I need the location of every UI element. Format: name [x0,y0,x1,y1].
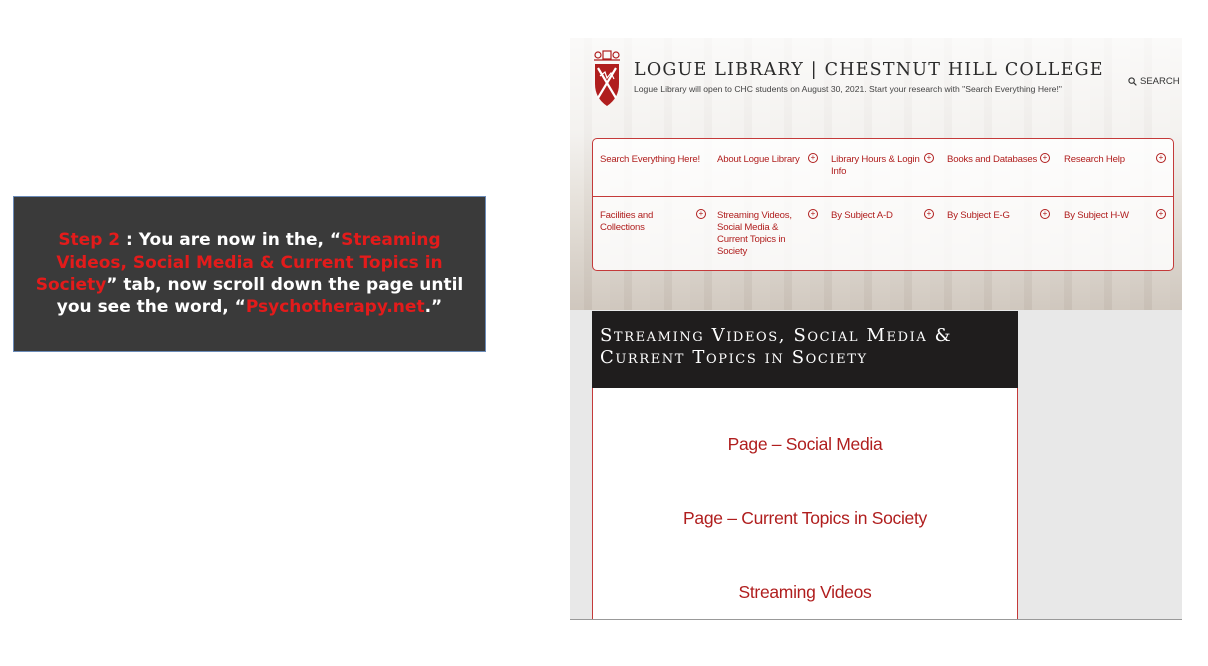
nav-row-2: Facilities and Collections + Streaming V… [593,197,1173,271]
search-link[interactable]: SEARCH [1128,76,1180,87]
nav-item-hours-login[interactable]: Library Hours & Login Info [831,154,921,178]
instruction-text: Step 2 : You are now in the, “Streaming … [26,229,473,319]
instruction-part-1: : You are now in the, “ [120,230,342,251]
nav-row-1: Search Everything Here! About Logue Libr… [593,139,1173,197]
circle-plus-icon[interactable]: + [696,209,706,219]
search-icon [1128,77,1137,86]
circle-plus-icon[interactable]: + [808,153,818,163]
nav-item-subject-a-d[interactable]: By Subject A-D [831,210,921,222]
circle-plus-icon[interactable]: + [1156,153,1166,163]
section-heading: Streaming Videos, Social Media & Current… [592,311,1018,388]
nav-item-search-everything[interactable]: Search Everything Here! [600,154,705,166]
divider [570,619,1182,620]
link-social-media[interactable]: Page – Social Media [593,434,1017,455]
circle-plus-icon[interactable]: + [1040,209,1050,219]
nav-item-streaming-videos[interactable]: Streaming Videos, Social Media & Current… [717,210,807,258]
circle-plus-icon[interactable]: + [808,209,818,219]
college-crest-logo[interactable] [592,48,622,110]
nav-item-subject-h-w[interactable]: By Subject H-W [1064,210,1144,222]
nav-item-books-databases[interactable]: Books and Databases [947,154,1042,166]
circle-plus-icon[interactable]: + [1040,153,1050,163]
website-screenshot: LOGUE LIBRARY | CHESTNUT HILL COLLEGE Lo… [570,38,1182,620]
main-navigation: Search Everything Here! About Logue Libr… [592,138,1174,271]
circle-plus-icon[interactable]: + [924,209,934,219]
step-label: Step 2 [58,230,121,251]
nav-item-research-help[interactable]: Research Help [1064,154,1144,166]
search-label: SEARCH [1140,76,1180,87]
site-title[interactable]: LOGUE LIBRARY | CHESTNUT HILL COLLEGE [634,60,1104,80]
site-announcement: Logue Library will open to CHC students … [634,84,1062,94]
section-content: Page – Social Media Page – Current Topic… [592,388,1018,620]
link-current-topics[interactable]: Page – Current Topics in Society [593,508,1017,529]
link-streaming-videos[interactable]: Streaming Videos [593,582,1017,603]
nav-item-about[interactable]: About Logue Library [717,154,803,166]
nav-item-facilities[interactable]: Facilities and Collections [600,210,700,234]
circle-plus-icon[interactable]: + [1156,209,1166,219]
circle-plus-icon[interactable]: + [924,153,934,163]
instruction-part-3: .” [424,297,443,318]
nav-item-subject-e-g[interactable]: By Subject E-G [947,210,1037,222]
instruction-callout: Step 2 : You are now in the, “Streaming … [13,196,486,352]
target-word-highlight: Psychotherapy.net [245,297,425,318]
